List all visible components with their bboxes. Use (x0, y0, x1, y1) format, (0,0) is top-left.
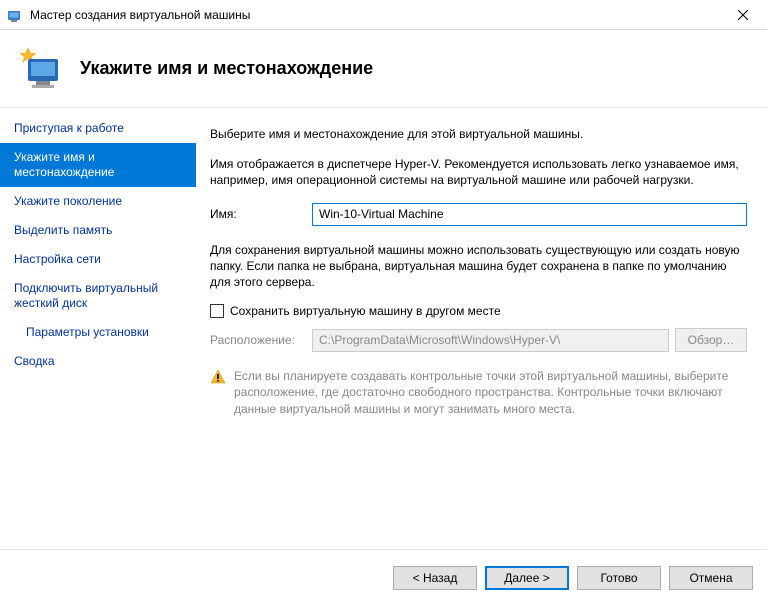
next-button[interactable]: Далее > (485, 566, 569, 590)
warning-box: Если вы планируете создавать контрольные… (210, 368, 747, 417)
nav-vhd[interactable]: Подключить виртуальный жесткий диск (0, 274, 196, 318)
location-input (312, 329, 669, 352)
close-button[interactable] (723, 1, 763, 29)
wizard-icon (18, 45, 66, 93)
window-title: Мастер создания виртуальной машины (30, 8, 723, 22)
nav-name-location[interactable]: Укажите имя и местонахождение (0, 143, 196, 187)
name-label: Имя: (210, 207, 312, 221)
intro-text: Выберите имя и местонахождение для этой … (210, 126, 747, 142)
page-title: Укажите имя и местонахождение (80, 58, 373, 79)
nav-memory[interactable]: Выделить память (0, 216, 196, 245)
warning-text: Если вы планируете создавать контрольные… (234, 368, 747, 417)
nav-install-options[interactable]: Параметры установки (0, 318, 196, 347)
wizard-header: Укажите имя и местонахождение (0, 30, 767, 108)
browse-button: Обзор… (675, 328, 747, 352)
nav-getting-started[interactable]: Приступая к работе (0, 114, 196, 143)
other-location-label: Сохранить виртуальную машину в другом ме… (230, 304, 501, 318)
warning-icon (210, 369, 226, 385)
cancel-button[interactable]: Отмена (669, 566, 753, 590)
app-icon (8, 7, 24, 23)
description-text: Имя отображается в диспетчере Hyper-V. Р… (210, 156, 747, 188)
wizard-footer: < Назад Далее > Готово Отмена (0, 549, 767, 605)
back-button[interactable]: < Назад (393, 566, 477, 590)
wizard-content: Выберите имя и местонахождение для этой … (196, 108, 767, 549)
storage-description: Для сохранения виртуальной машины можно … (210, 242, 747, 291)
finish-button[interactable]: Готово (577, 566, 661, 590)
other-location-checkbox[interactable] (210, 304, 224, 318)
nav-network[interactable]: Настройка сети (0, 245, 196, 274)
nav-generation[interactable]: Укажите поколение (0, 187, 196, 216)
nav-summary[interactable]: Сводка (0, 347, 196, 376)
location-label: Расположение: (210, 333, 312, 347)
name-input[interactable] (312, 203, 747, 226)
titlebar: Мастер создания виртуальной машины (0, 0, 767, 30)
wizard-nav: Приступая к работе Укажите имя и местона… (0, 108, 196, 549)
